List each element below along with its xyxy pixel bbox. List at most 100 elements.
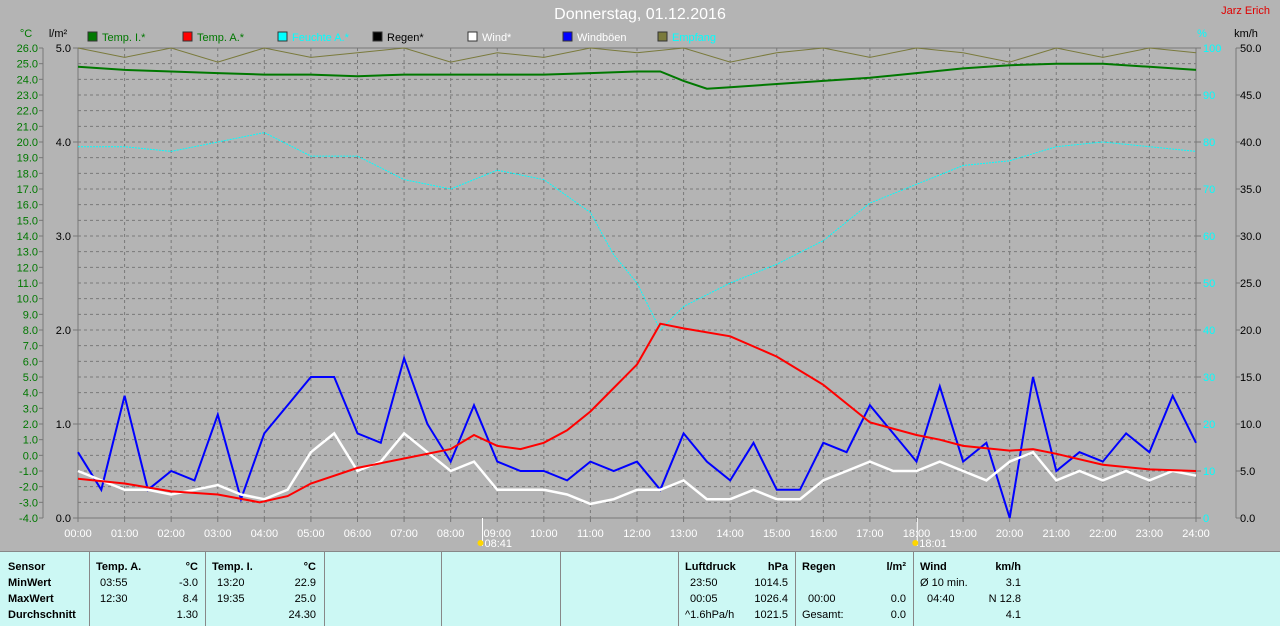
wind-tick-label: 40.0: [1240, 137, 1261, 149]
time-tick-label: 01:00: [111, 528, 139, 540]
time-tick-label: 08:00: [437, 528, 465, 540]
time-tick-label: 07:00: [390, 528, 418, 540]
row-label-max: MaxWert: [8, 593, 54, 605]
temp-tick-label: 12.0: [17, 262, 38, 274]
wind-tick-label: 5.0: [1240, 466, 1255, 478]
temp-i-avg: 24.30: [288, 609, 316, 621]
legend-swatch-empfang: [657, 31, 668, 42]
temp-tick-label: 24.0: [17, 74, 38, 86]
wind-max: N 12.8: [988, 593, 1021, 605]
legend-label-feuchte: Feuchte A.*: [292, 32, 350, 44]
temp-tick-label: 17.0: [17, 184, 38, 196]
wind-tick-label: 35.0: [1240, 184, 1261, 196]
temp-i-unit: °C: [303, 561, 316, 573]
column-divider: [795, 552, 796, 626]
temp-tick-label: -4.0: [19, 513, 38, 525]
temp-a-min-time: 03:55: [100, 577, 128, 589]
humidity-tick-label: 90: [1203, 90, 1215, 102]
time-tick-label: 24:00: [1182, 528, 1210, 540]
humidity-tick-label: 50: [1203, 278, 1215, 290]
time-tick-label: 11:00: [577, 528, 604, 540]
sunrise-sun-icon: [477, 540, 484, 546]
legend-swatch-wind: [467, 31, 478, 42]
row-label-min: MinWert: [8, 577, 52, 589]
legend-swatch-temp_i: [87, 31, 98, 42]
luftdruck-max: 1026.4: [754, 593, 788, 605]
wind-tick-label: 20.0: [1240, 325, 1261, 337]
luftdruck-avg: 1021.5: [754, 609, 788, 621]
regen-unit: l/m²: [886, 561, 906, 573]
wind-max-time: 04:40: [927, 593, 955, 605]
humidity-tick-label: 20: [1203, 419, 1215, 431]
temp-i-max: 25.0: [294, 593, 316, 605]
temp-tick-label: 19.0: [17, 153, 38, 165]
time-tick-label: 03:00: [204, 528, 232, 540]
wind-tick-label: 15.0: [1240, 372, 1261, 384]
axis-unit-rain: l/m²: [49, 28, 68, 40]
column-divider: [560, 552, 561, 626]
temp-tick-label: 9.0: [23, 309, 38, 321]
temp-tick-label: 11.0: [17, 278, 38, 290]
temp-tick-label: 26.0: [17, 43, 38, 55]
luftdruck-min-time: 23:50: [690, 577, 718, 589]
sensor-header: Sensor: [8, 561, 46, 573]
time-tick-label: 10:00: [530, 528, 558, 540]
time-tick-label: 13:00: [670, 528, 698, 540]
temp-i-header: Temp. I.: [212, 561, 253, 573]
column-divider: [441, 552, 442, 626]
time-tick-label: 06:00: [344, 528, 372, 540]
wind-tick-label: 10.0: [1240, 419, 1261, 431]
rain-tick-label: 1.0: [56, 419, 71, 431]
temp-tick-label: 21.0: [17, 121, 38, 133]
luftdruck-unit: hPa: [767, 561, 788, 573]
temp-tick-label: 1.0: [23, 435, 38, 447]
temp-a-header: Temp. A.: [96, 561, 142, 573]
rain-tick-label: 3.0: [56, 231, 71, 243]
temp-tick-label: 18.0: [17, 168, 38, 180]
legend-label-temp_a: Temp. A.*: [197, 32, 245, 44]
time-tick-label: 23:00: [1136, 528, 1164, 540]
temp-i-min-time: 13:20: [217, 577, 245, 589]
legend-label-regen: Regen*: [387, 32, 424, 44]
time-tick-label: 22:00: [1089, 528, 1117, 540]
temp-tick-label: 10.0: [17, 294, 38, 306]
regen-header: Regen: [802, 561, 836, 573]
column-divider: [678, 552, 679, 626]
rain-tick-label: 2.0: [56, 325, 71, 337]
humidity-tick-label: 80: [1203, 137, 1215, 149]
time-tick-label: 19:00: [949, 528, 977, 540]
temp-tick-label: 2.0: [23, 419, 38, 431]
wind-tick-label: 0.0: [1240, 513, 1255, 525]
luftdruck-min: 1014.5: [754, 577, 788, 589]
wind-avg: 4.1: [1005, 609, 1021, 621]
temp-tick-label: 20.0: [17, 137, 38, 149]
wind-tick-label: 30.0: [1240, 231, 1261, 243]
time-tick-label: 17:00: [856, 528, 884, 540]
temp-a-min: -3.0: [179, 577, 198, 589]
legend-swatch-regen: [372, 31, 383, 42]
temp-tick-label: 16.0: [17, 200, 38, 212]
wind-tick-label: 45.0: [1240, 90, 1261, 102]
wind-tick-label: 50.0: [1240, 43, 1261, 55]
regen-max: 0.0: [890, 593, 906, 605]
author-label: Jarz Erich: [1221, 5, 1270, 17]
temp-i-max-time: 19:35: [217, 593, 245, 605]
temp-i-min: 22.9: [294, 577, 316, 589]
time-tick-label: 00:00: [64, 528, 92, 540]
time-tick-label: 14:00: [716, 528, 744, 540]
column-divider: [205, 552, 206, 626]
time-tick-label: 05:00: [297, 528, 325, 540]
temp-tick-label: -1.0: [19, 466, 38, 478]
rain-tick-label: 4.0: [56, 137, 71, 149]
legend-label-wind: Wind*: [482, 32, 512, 44]
temp-a-unit: °C: [185, 561, 198, 573]
sunrise-label: 08:41: [484, 538, 512, 550]
regen-total: 0.0: [890, 609, 906, 621]
weather-chart: °C l/m²% km/h 26.0 25.0 24.0 23.0 22.0 21.0 20.0 1…: [17, 28, 1262, 550]
time-tick-label: 12:00: [623, 528, 651, 540]
luftdruck-trend: ^1.6hPa/h: [685, 609, 735, 621]
temp-tick-label: 23.0: [17, 90, 38, 102]
legend-label-temp_i: Temp. I.*: [102, 32, 146, 44]
temp-tick-label: 5.0: [23, 372, 38, 384]
temp-a-avg: 1.30: [176, 609, 198, 621]
